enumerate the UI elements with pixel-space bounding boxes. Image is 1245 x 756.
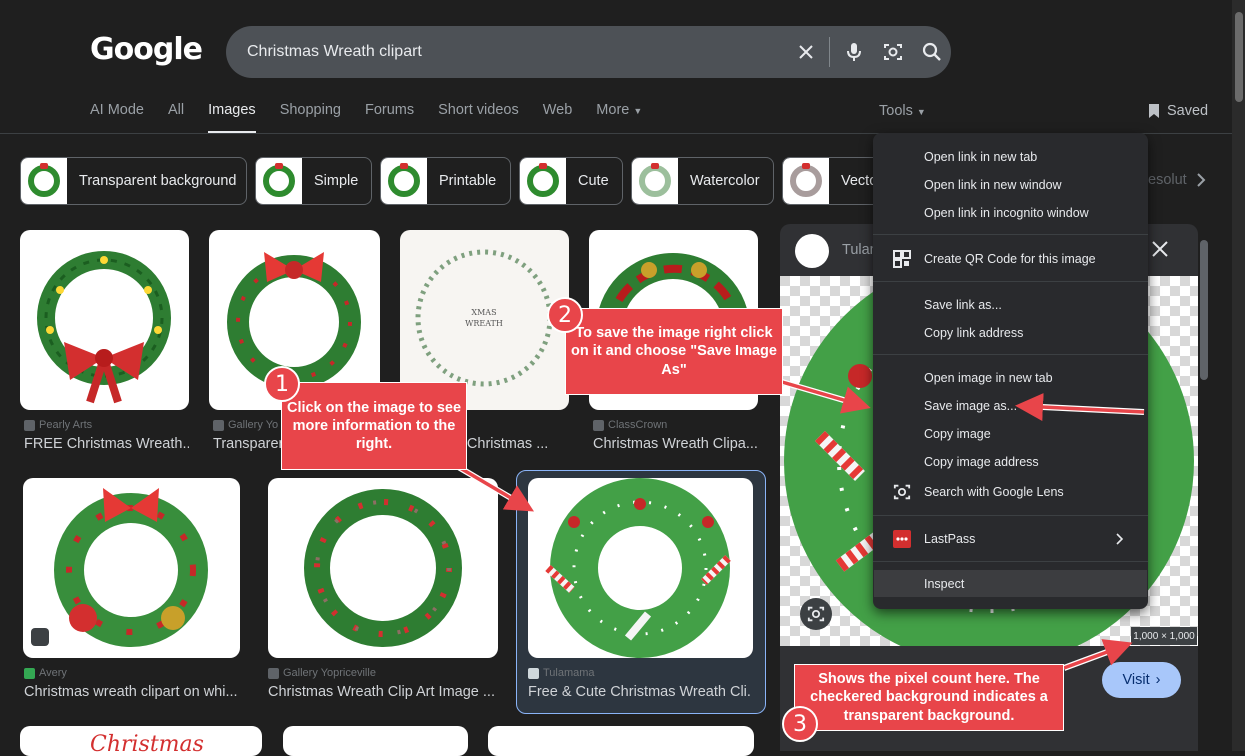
callout-2: To save the image right click on it and … xyxy=(565,308,783,395)
callout-number-2: 2 xyxy=(547,297,583,333)
callout-3: Shows the pixel count here. The checkere… xyxy=(794,664,1064,731)
callout-number-3: 3 xyxy=(782,706,818,742)
callout-number-1: 1 xyxy=(264,366,300,402)
callout-1: Click on the image to see more informati… xyxy=(281,382,467,470)
